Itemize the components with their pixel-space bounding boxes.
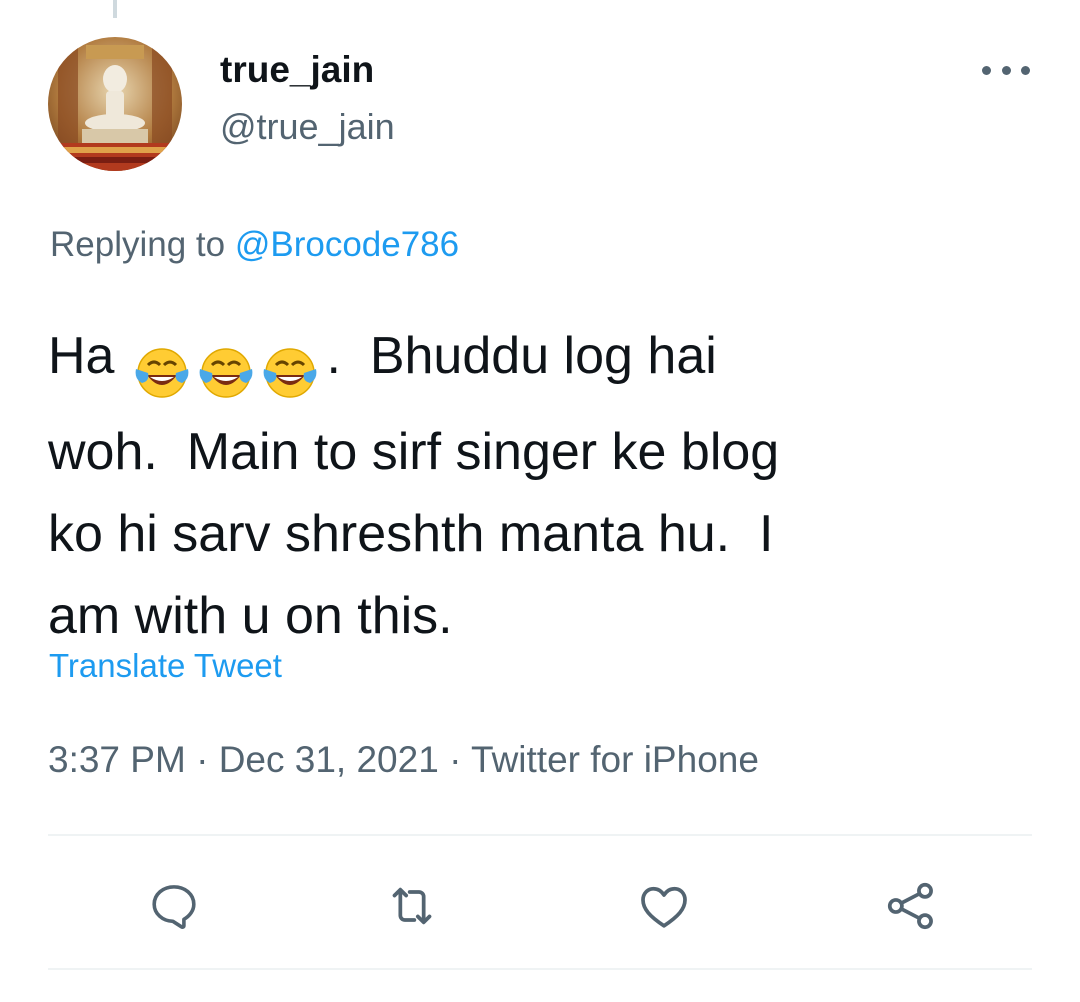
more-dot	[982, 65, 991, 75]
more-dot	[1001, 65, 1011, 75]
reply-icon[interactable]	[146, 878, 202, 934]
tweet-date[interactable]: Dec 31, 2021	[219, 739, 439, 780]
avatar-image	[48, 37, 182, 171]
retweet-icon[interactable]	[384, 878, 440, 934]
thread-connector-line	[113, 0, 117, 18]
user-handle[interactable]: @true_jain	[220, 104, 395, 150]
reply-icon-glyph	[152, 885, 196, 929]
tweet-text: Ha . Bhuddu log hai woh. Main to sirf sin…	[48, 315, 1048, 657]
tweet-text-segment: Ha	[48, 327, 115, 385]
avatar[interactable]	[48, 37, 182, 171]
replying-to-line: Replying to @Brocode786	[50, 222, 459, 268]
meta-separator: ·	[185, 739, 219, 780]
display-name[interactable]: true_jain	[220, 46, 374, 94]
divider	[48, 834, 1032, 836]
tweet-text-segment: . Bhuddu log hai	[326, 327, 717, 385]
share-icon[interactable]	[883, 878, 939, 934]
replying-to-mention[interactable]: @Brocode786	[235, 225, 459, 264]
divider	[48, 968, 1032, 970]
retweet-icon-glyph	[392, 887, 432, 925]
share-icon-glyph	[887, 882, 933, 930]
tweet-time[interactable]: 3:37 PM	[48, 739, 186, 780]
more-dot	[1021, 65, 1030, 75]
replying-to-label: Replying to	[50, 225, 235, 264]
tweet-text-line-1: Ha . Bhuddu log hai	[48, 315, 1048, 411]
face-with-tears-of-joy-icon	[136, 348, 189, 399]
like-icon[interactable]	[636, 878, 692, 934]
translate-tweet-link[interactable]: Translate Tweet	[49, 644, 282, 688]
tweet-text-line-3: ko hi sarv shreshth manta hu. I	[48, 505, 774, 563]
more-horizontal-icon[interactable]	[982, 58, 1030, 82]
tweet-metadata: 3:37 PM · Dec 31, 2021 · Twitter for iPh…	[48, 736, 759, 784]
like-icon-glyph	[641, 886, 687, 928]
meta-separator: ·	[438, 739, 472, 780]
tweet-source[interactable]: Twitter for iPhone	[471, 739, 759, 780]
face-with-tears-of-joy-icon	[264, 348, 317, 399]
face-with-tears-of-joy-icon	[200, 348, 253, 399]
emoji-group	[132, 329, 324, 411]
tweet-text-line-2: woh. Main to sirf singer ke blog	[48, 423, 780, 481]
